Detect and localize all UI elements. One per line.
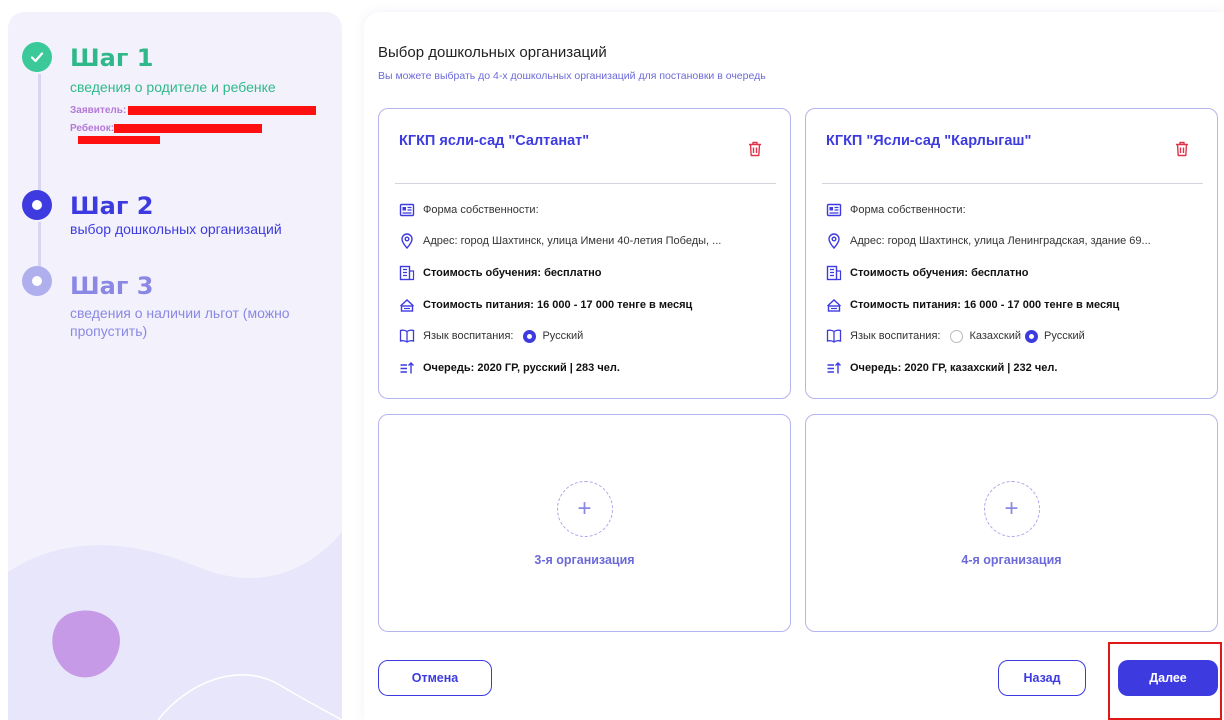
queue-text: Очередь: 2020 ГР, русский | 283 чел. — [423, 362, 620, 374]
redaction-mark — [114, 124, 262, 133]
add-organization-slot-4[interactable]: + 4-я организация — [805, 414, 1218, 632]
plus-icon[interactable]: + — [556, 481, 613, 537]
food-tray-icon — [827, 299, 841, 312]
building-icon — [826, 265, 842, 281]
id-card-icon — [399, 203, 415, 217]
page: Шаг 1 сведения о родителе и ребенке Заяв… — [0, 0, 1224, 720]
language-row: Язык воспитания: Казахский Русский — [826, 327, 1207, 345]
current-step-icon — [22, 190, 52, 220]
page-subtitle: Вы можете выбрать до 4-х дошкольных орга… — [378, 70, 766, 82]
redaction-mark — [128, 106, 316, 115]
address-text: Адрес: город Шахтинск, улица Ленинградск… — [850, 235, 1151, 247]
ownership-text: Форма собственности: — [423, 204, 539, 216]
plus-icon[interactable]: + — [983, 481, 1040, 537]
organization-card: КГКП ясли-сад "Салтанат" Форма собственн… — [378, 108, 791, 399]
sort-queue-icon — [400, 362, 414, 374]
language-row: Язык воспитания: Русский — [399, 327, 780, 345]
step-title: Шаг 1 — [70, 44, 154, 72]
page-title: Выбор дошкольных организаций — [378, 44, 607, 61]
book-icon — [399, 329, 415, 343]
language-option-russian[interactable]: Русский — [523, 329, 583, 343]
tuition-text: Стоимость обучения: бесплатно — [423, 267, 602, 279]
address-row: Адрес: город Шахтинск, улица Ленинградск… — [826, 232, 1207, 250]
language-option-kazakh[interactable]: Казахский — [950, 329, 1021, 343]
location-pin-icon — [401, 233, 413, 249]
step-subtitle: выбор дошкольных организаций — [70, 221, 282, 237]
applicant-label: Заявитель: — [70, 105, 127, 116]
queue-text: Очередь: 2020 ГР, казахский | 232 чел. — [850, 362, 1058, 374]
book-icon — [826, 329, 842, 343]
slot-label: 4-я организация — [961, 553, 1062, 567]
radio-selected — [523, 329, 537, 343]
building-icon — [399, 265, 415, 281]
redaction-mark — [78, 136, 160, 144]
organization-card: КГКП "Ясли-сад "Карлыгаш" Форма собствен… — [805, 108, 1218, 399]
sort-queue-icon — [827, 362, 841, 374]
tuition-row: Стоимость обучения: бесплатно — [826, 264, 1207, 282]
step-subtitle: сведения о родителе и ребенке — [70, 79, 276, 95]
radio-selected — [1025, 329, 1039, 343]
id-card-icon — [826, 203, 842, 217]
language-option-russian[interactable]: Русский — [1025, 329, 1085, 343]
next-button[interactable]: Далее — [1118, 660, 1218, 696]
language-label: Язык воспитания: — [850, 330, 941, 342]
divider — [395, 183, 776, 184]
add-organization-slot-3[interactable]: + 3-я организация — [378, 414, 791, 632]
pending-step-icon — [22, 266, 52, 296]
trash-icon[interactable] — [1175, 141, 1189, 157]
address-row: Адрес: город Шахтинск, улица Имени 40-ле… — [399, 232, 780, 250]
child-label: Ребенок: — [70, 123, 115, 134]
meals-row: Стоимость питания: 16 000 - 17 000 тенге… — [826, 296, 1207, 314]
organization-name: КГКП ясли-сад "Салтанат" — [399, 133, 590, 149]
ownership-row: Форма собственности: — [826, 201, 1207, 219]
step-title: Шаг 3 — [70, 272, 154, 300]
check-icon — [22, 42, 52, 72]
cancel-button[interactable]: Отмена — [378, 660, 492, 696]
radio-unselected — [950, 329, 964, 343]
trash-icon[interactable] — [748, 141, 762, 157]
ownership-text: Форма собственности: — [850, 204, 966, 216]
step-title: Шаг 2 — [70, 192, 154, 220]
step-subtitle: сведения о наличии льгот (можно пропусти… — [70, 305, 290, 339]
queue-row: Очередь: 2020 ГР, русский | 283 чел. — [399, 359, 780, 377]
language-label: Язык воспитания: — [423, 330, 514, 342]
food-tray-icon — [400, 299, 414, 312]
back-button[interactable]: Назад — [998, 660, 1086, 696]
step-connector — [38, 222, 41, 270]
decorative-background — [8, 532, 342, 720]
ownership-row: Форма собственности: — [399, 201, 780, 219]
tuition-text: Стоимость обучения: бесплатно — [850, 267, 1029, 279]
step-connector — [38, 74, 41, 192]
divider — [822, 183, 1203, 184]
tuition-row: Стоимость обучения: бесплатно — [399, 264, 780, 282]
location-pin-icon — [828, 233, 840, 249]
queue-row: Очередь: 2020 ГР, казахский | 232 чел. — [826, 359, 1207, 377]
organization-name: КГКП "Ясли-сад "Карлыгаш" — [826, 133, 1032, 149]
meals-text: Стоимость питания: 16 000 - 17 000 тенге… — [850, 299, 1120, 311]
meals-text: Стоимость питания: 16 000 - 17 000 тенге… — [423, 299, 693, 311]
main-panel: Выбор дошкольных организаций Вы можете в… — [364, 12, 1224, 720]
slot-label: 3-я организация — [534, 553, 635, 567]
meals-row: Стоимость питания: 16 000 - 17 000 тенге… — [399, 296, 780, 314]
steps-sidebar: Шаг 1 сведения о родителе и ребенке Заяв… — [8, 12, 342, 720]
address-text: Адрес: город Шахтинск, улица Имени 40-ле… — [423, 235, 722, 247]
